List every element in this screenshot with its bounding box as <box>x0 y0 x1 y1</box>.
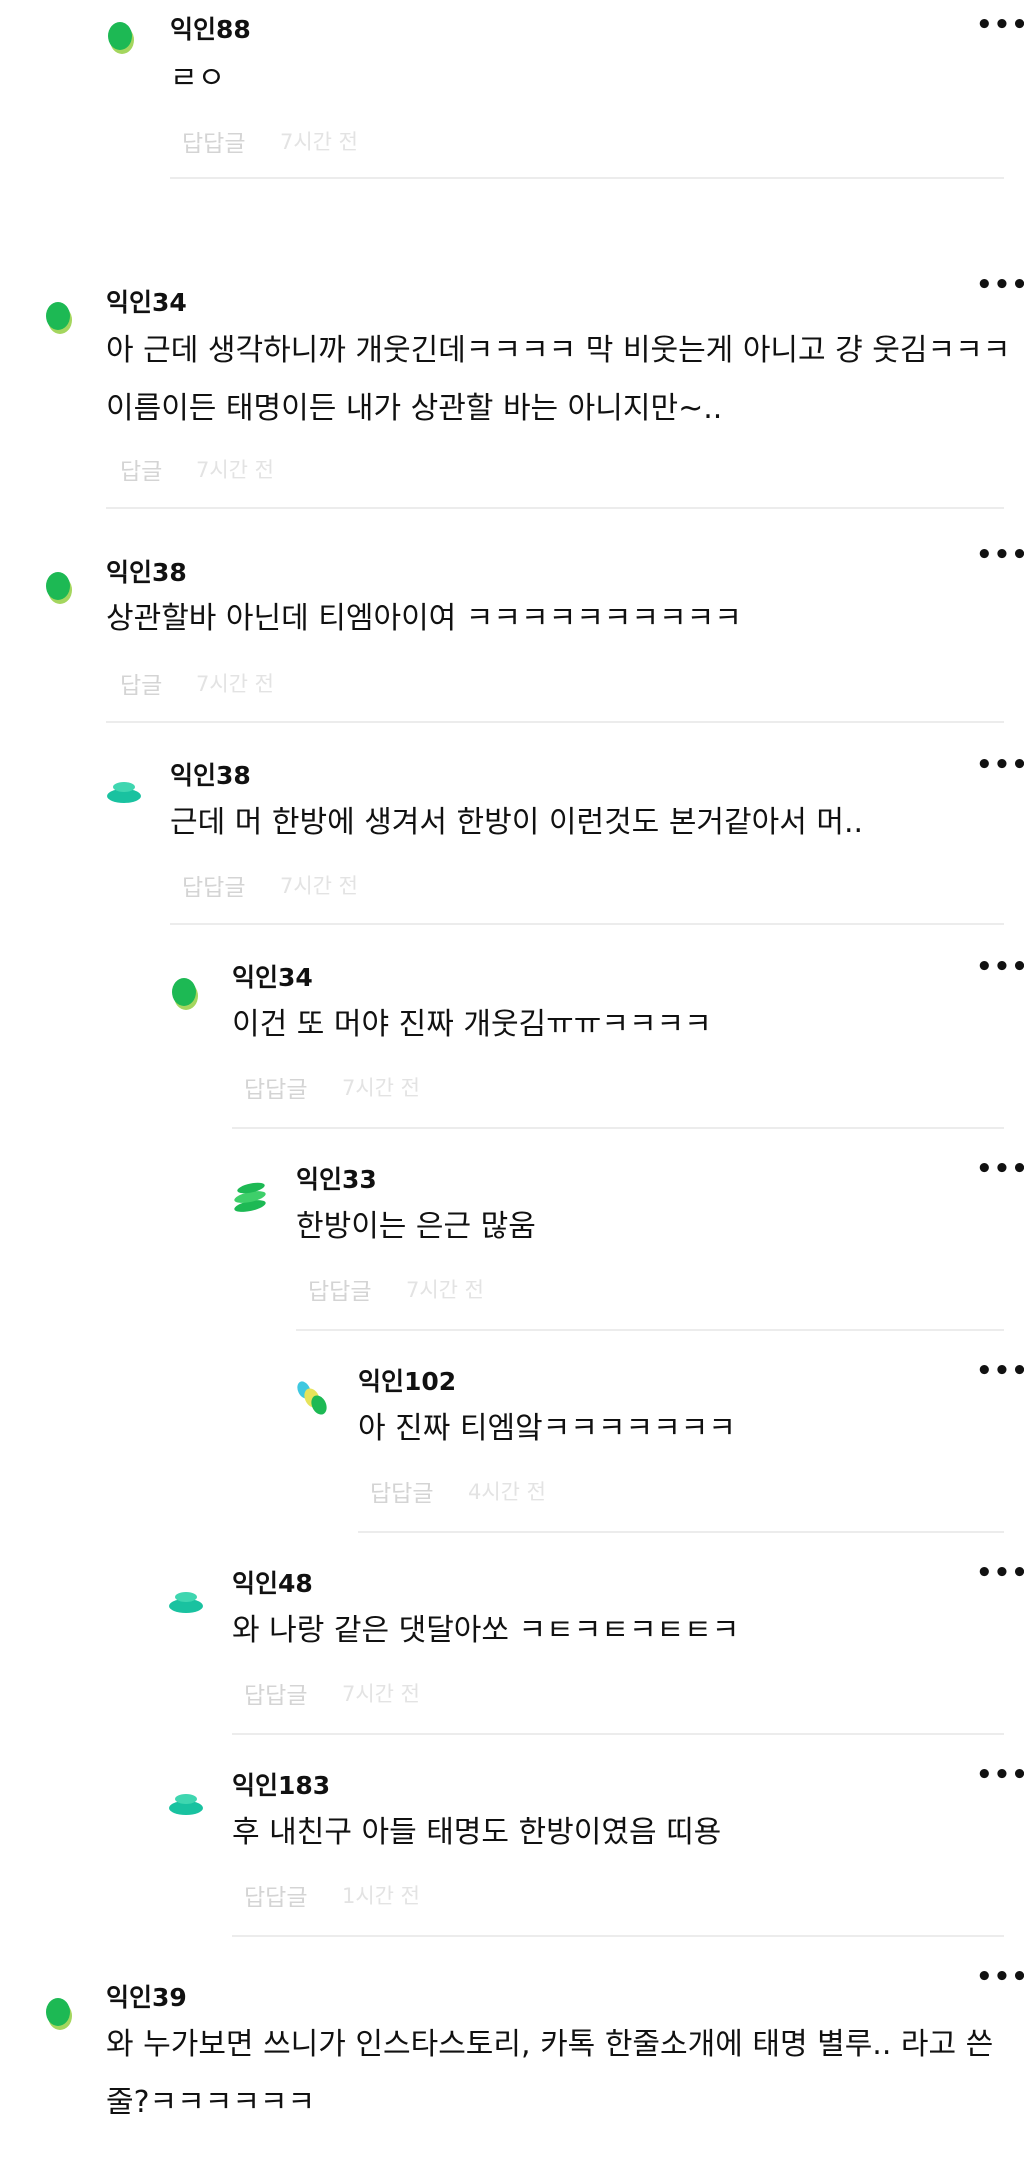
comment-time: 7시간 전 <box>342 1076 420 1100</box>
reply-button[interactable]: 답답글 <box>244 1676 307 1710</box>
comment-time: 7시간 전 <box>280 130 358 154</box>
reply-button[interactable]: 답답글 <box>244 1878 307 1912</box>
comment-author[interactable]: 익인88 <box>170 10 251 46</box>
comment-author[interactable]: 익인183 <box>232 1766 330 1802</box>
more-options-icon[interactable]: ••• <box>976 1762 1024 1788</box>
comment-time: 7시간 전 <box>196 458 274 482</box>
divider <box>170 923 1004 925</box>
avatar-icon[interactable] <box>166 1580 206 1620</box>
comment-time: 4시간 전 <box>468 1480 546 1504</box>
divider <box>106 721 1004 723</box>
reply-button[interactable]: 답글 <box>120 666 162 700</box>
comment-text: 와 나랑 같은 댓달아쏘 ㅋㅌㅋㅌㅋㅌㅌㅋ <box>232 1613 740 1648</box>
more-options-icon[interactable]: ••• <box>976 1358 1024 1384</box>
comment-author[interactable]: 익인33 <box>296 1160 377 1196</box>
comment-author[interactable]: 익인102 <box>358 1362 456 1398</box>
comment-text: ㄹㅇ <box>170 61 226 96</box>
avatar-icon[interactable] <box>292 1378 332 1418</box>
comment-text: 상관할바 아닌데 티엠아이여 ㅋㅋㅋㅋㅋㅋㅋㅋㅋㅋ <box>106 601 742 636</box>
more-options-icon[interactable]: ••• <box>976 12 1024 38</box>
divider <box>170 177 1004 179</box>
avatar-icon[interactable] <box>42 298 82 338</box>
more-options-icon[interactable]: ••• <box>976 1964 1024 1990</box>
divider <box>232 1127 1004 1129</box>
divider <box>358 1531 1004 1533</box>
comment-author[interactable]: 익인48 <box>232 1564 313 1600</box>
comment-author[interactable]: 익인34 <box>106 283 187 319</box>
comment-text: 아 근데 생각하니까 개웃긴데ㅋㅋㅋㅋ 막 비웃는게 아니고 걍 웃김ㅋㅋㅋ <box>106 333 1011 368</box>
comment-author[interactable]: 익인38 <box>106 553 187 589</box>
comment-text: 후 내친구 아들 태명도 한방이였음 띠용 <box>232 1815 722 1850</box>
avatar-icon[interactable] <box>42 568 82 608</box>
avatar-icon[interactable] <box>104 18 144 58</box>
comment-text: 이름이든 태명이든 내가 상관할 바는 아니지만~.. <box>106 391 723 426</box>
comment-time: 1시간 전 <box>342 1884 420 1908</box>
avatar-icon[interactable] <box>230 1176 270 1216</box>
reply-button[interactable]: 답답글 <box>244 1070 307 1104</box>
comment-text: 아 진짜 티엠앜ㅋㅋㅋㅋㅋㅋㅋ <box>358 1411 736 1446</box>
comment-text: 이건 또 머야 진짜 개웃김ㅠㅠㅋㅋㅋㅋ <box>232 1007 712 1042</box>
more-options-icon[interactable]: ••• <box>976 272 1024 298</box>
comment-text: 줄?ㅋㅋㅋㅋㅋㅋ <box>106 2085 316 2120</box>
divider <box>232 1733 1004 1735</box>
comment-text: 와 누가보면 쓰니가 인스타스토리, 카톡 한줄소개에 태명 별루.. 라고 쓴 <box>106 2027 994 2062</box>
avatar-icon[interactable] <box>104 770 144 810</box>
divider <box>232 1935 1004 1937</box>
comment-time: 7시간 전 <box>196 672 274 696</box>
reply-button[interactable]: 답글 <box>120 452 162 486</box>
reply-button[interactable]: 답답글 <box>182 868 245 902</box>
comment-time: 7시간 전 <box>406 1278 484 1302</box>
reply-button[interactable]: 답답글 <box>370 1474 433 1508</box>
more-options-icon[interactable]: ••• <box>976 954 1024 980</box>
avatar-icon[interactable] <box>168 974 208 1014</box>
comment-author[interactable]: 익인39 <box>106 1978 187 2014</box>
more-options-icon[interactable]: ••• <box>976 752 1024 778</box>
more-options-icon[interactable]: ••• <box>976 1156 1024 1182</box>
comment-author[interactable]: 익인34 <box>232 958 313 994</box>
more-options-icon[interactable]: ••• <box>976 1560 1024 1586</box>
avatar-icon[interactable] <box>42 1994 82 2034</box>
divider <box>296 1329 1004 1331</box>
reply-button[interactable]: 답답글 <box>308 1272 371 1306</box>
avatar-icon[interactable] <box>166 1782 206 1822</box>
reply-button[interactable]: 답답글 <box>182 124 245 158</box>
comment-author[interactable]: 익인38 <box>170 756 251 792</box>
comment-time: 7시간 전 <box>280 874 358 898</box>
divider <box>106 507 1004 509</box>
more-options-icon[interactable]: ••• <box>976 542 1024 568</box>
comment-text: 한방이는 은근 많움 <box>296 1209 536 1244</box>
comment-text: 근데 머 한방에 생겨서 한방이 이런것도 본거같아서 머.. <box>170 805 864 840</box>
comment-time: 7시간 전 <box>342 1682 420 1706</box>
